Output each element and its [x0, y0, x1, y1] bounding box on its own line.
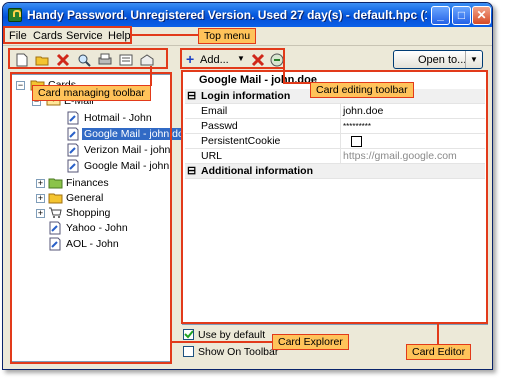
explorer-highlight-box	[10, 72, 172, 364]
open-to-chevron-icon[interactable]: ▼	[470, 55, 478, 64]
use-by-default-label: Use by default	[198, 329, 266, 341]
minimize-button[interactable]: _	[431, 6, 450, 25]
show-on-toolbar-label: Show On Toolbar	[198, 346, 279, 358]
menu-highlight-box	[3, 26, 132, 44]
card-editor-callout: Card Editor	[406, 344, 472, 360]
window-title: Handy Password. Unregistered Version. Us…	[27, 8, 427, 22]
title-bar[interactable]: Handy Password. Unregistered Version. Us…	[3, 3, 492, 27]
open-to-button[interactable]: Open to... ▼	[393, 50, 483, 69]
open-to-label: Open to...	[418, 54, 467, 66]
app-lock-icon	[8, 8, 22, 22]
maximize-button[interactable]: □	[452, 6, 471, 25]
use-by-default-checkbox[interactable]	[183, 329, 194, 340]
top-menu-callout: Top menu	[198, 28, 257, 44]
card-explorer-callout: Card Explorer	[272, 334, 349, 350]
show-on-toolbar-checkbox[interactable]	[183, 346, 194, 357]
card-toolbar-highlight-box	[8, 48, 168, 69]
editor-highlight-box	[181, 70, 488, 324]
close-button[interactable]: ✕	[472, 6, 491, 25]
edit-toolbar-highlight-box	[180, 48, 285, 69]
